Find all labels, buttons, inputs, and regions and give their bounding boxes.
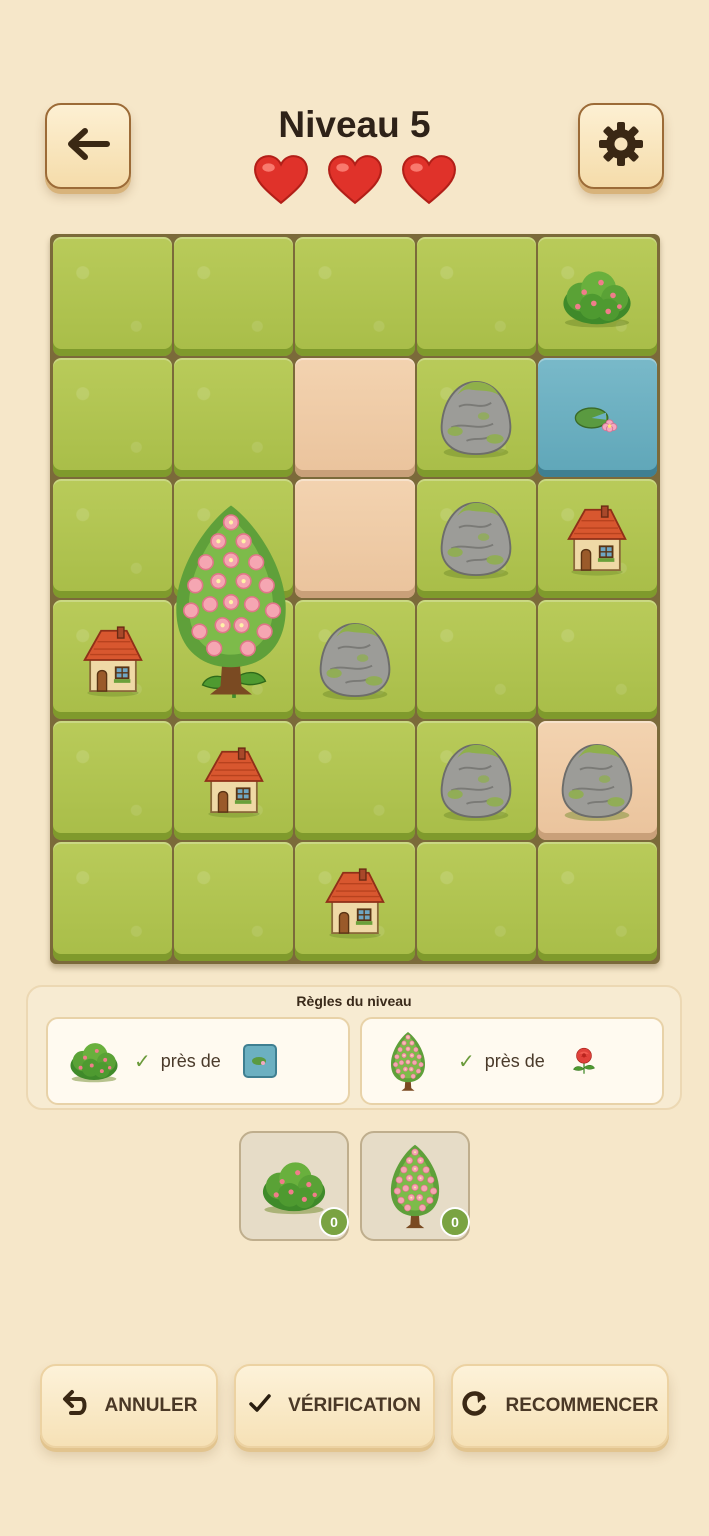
board-cell-grass[interactable] [295, 842, 415, 961]
rule-relation: près de [484, 1050, 545, 1071]
flowering-tree-icon [388, 1030, 428, 1092]
board-cell-grass[interactable] [537, 237, 657, 356]
restart-button[interactable]: RECOMMENCER [451, 1364, 669, 1448]
rule-card: ✓ près de [360, 1017, 664, 1105]
item-count-badge: 0 [440, 1207, 470, 1237]
rock-icon [438, 378, 514, 458]
board-cell-grass[interactable] [416, 358, 536, 477]
check-icon: ✓ [134, 1050, 151, 1073]
board-cell-grass[interactable] [53, 721, 173, 840]
board-cell-grass[interactable] [295, 237, 415, 356]
board-cell-grass[interactable] [174, 358, 294, 477]
verify-label: VÉRIFICATION [288, 1395, 421, 1416]
game-board [50, 234, 660, 964]
restart-label: RECOMMENCER [505, 1395, 659, 1416]
board-cell-sand[interactable] [295, 358, 415, 477]
board-cell-water[interactable] [537, 358, 657, 477]
board-cell-grass[interactable] [174, 842, 294, 961]
board-cell-grass[interactable] [537, 479, 657, 598]
board-cell-grass[interactable] [537, 600, 657, 719]
board-cell-grass[interactable] [174, 237, 294, 356]
check-icon: ✓ [458, 1050, 475, 1073]
rose-icon [571, 1047, 597, 1075]
rules-title: Règles du niveau [296, 993, 412, 1009]
rock-icon [317, 620, 393, 700]
house-icon [202, 744, 266, 818]
settings-button[interactable] [578, 103, 664, 189]
bush-icon [257, 1156, 331, 1216]
board-cell-grass[interactable] [174, 721, 294, 840]
board-cell-grass[interactable] [537, 842, 657, 961]
board-cell-grass[interactable] [174, 479, 294, 598]
gear-icon [597, 120, 645, 173]
level-rules-panel: Règles du niveau ✓ près de ✓ près de [26, 985, 682, 1110]
checkmark-icon [248, 1391, 272, 1421]
rule-card: ✓ près de [46, 1017, 350, 1105]
verify-button[interactable]: VÉRIFICATION [234, 1364, 435, 1448]
heart-icon [253, 155, 309, 205]
inventory-slot-flowering-tree[interactable]: 0 [360, 1131, 470, 1241]
lily-pad-icon [570, 400, 624, 436]
board-cell-grass[interactable] [416, 842, 536, 961]
house-icon [81, 623, 145, 697]
board-cell-grass[interactable] [416, 237, 536, 356]
undo-button[interactable]: ANNULER [40, 1364, 218, 1448]
rule-relation: près de [160, 1050, 221, 1071]
board-cell-grass[interactable] [416, 721, 536, 840]
heart-icon [327, 155, 383, 205]
board-cell-sand[interactable] [295, 479, 415, 598]
house-icon [323, 865, 387, 939]
rock-icon [438, 499, 514, 579]
undo-label: ANNULER [104, 1395, 198, 1416]
rock-icon [438, 741, 514, 821]
flowering-tree-icon [168, 499, 294, 699]
water-tile-icon [243, 1044, 277, 1078]
undo-icon [61, 1389, 89, 1423]
board-cell-sand[interactable] [537, 721, 657, 840]
board-cell-grass[interactable] [295, 600, 415, 719]
board-cell-grass[interactable] [416, 479, 536, 598]
bush-icon [557, 264, 637, 330]
flowering-tree-icon [386, 1142, 444, 1230]
board-cell-grass[interactable] [416, 600, 536, 719]
board-cell-grass[interactable] [53, 842, 173, 961]
heart-icon [401, 155, 457, 205]
board-cell-grass[interactable] [53, 237, 173, 356]
bush-icon [66, 1038, 122, 1084]
house-icon [565, 502, 629, 576]
rock-icon [559, 741, 635, 821]
board-cell-grass[interactable] [53, 479, 173, 598]
board-cell-grass[interactable] [53, 600, 173, 719]
item-count-badge: 0 [319, 1207, 349, 1237]
restart-icon [461, 1389, 489, 1423]
board-cell-grass[interactable] [295, 721, 415, 840]
inventory-slot-bush[interactable]: 0 [239, 1131, 349, 1241]
board-cell-grass[interactable] [53, 358, 173, 477]
